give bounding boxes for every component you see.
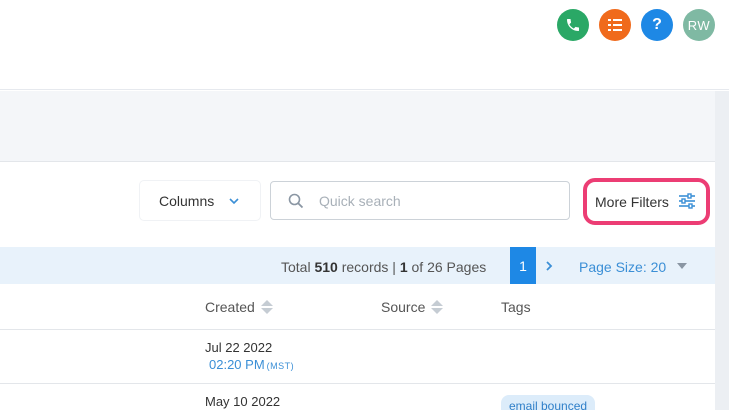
column-header-source[interactable]: Source [381,299,444,315]
header-divider [0,329,715,330]
avatar[interactable]: RW [683,9,715,41]
row-1-created-time: 02:20 PM (MST) [209,357,295,372]
sort-icon[interactable] [431,300,444,314]
search-input[interactable] [319,191,559,211]
current-page-number: 1 [399,259,408,275]
row-divider [0,383,715,384]
top-header: ? RW [0,0,729,90]
total-records-count: 510 [314,259,338,275]
next-page-icon[interactable] [540,256,558,276]
task-list-icon[interactable] [599,9,631,41]
caret-down-icon[interactable] [677,263,687,269]
columns-label: Columns [159,192,215,209]
pagination-bar: Total 510 records | 1 of 26 Pages 1 Page… [0,247,715,284]
columns-button[interactable]: Columns [140,181,260,220]
right-panel-edge [715,91,729,410]
page-button-1[interactable]: 1 [510,247,536,284]
more-filters-label: More Filters [595,193,669,210]
tag-badge[interactable]: email bounced [501,395,596,410]
column-header-created[interactable]: Created [205,299,273,315]
more-filters-button[interactable]: More Filters [590,184,704,219]
row-2-created-date: May 10 2022 [205,394,281,409]
phone-icon[interactable] [557,9,589,41]
search-icon [288,193,304,214]
total-records-text: Total 510 records | 1 of 26 Pages [281,259,487,275]
help-icon[interactable]: ? [641,9,673,41]
page-size-select[interactable]: Page Size: 20 [579,259,666,275]
sort-icon[interactable] [260,300,273,314]
sliders-icon [678,193,696,212]
row-1-created-date: Jul 22 2022 [205,340,273,355]
quick-search[interactable] [270,181,570,220]
column-header-tags: Tags [501,299,531,315]
chevron-down-icon [228,194,240,210]
